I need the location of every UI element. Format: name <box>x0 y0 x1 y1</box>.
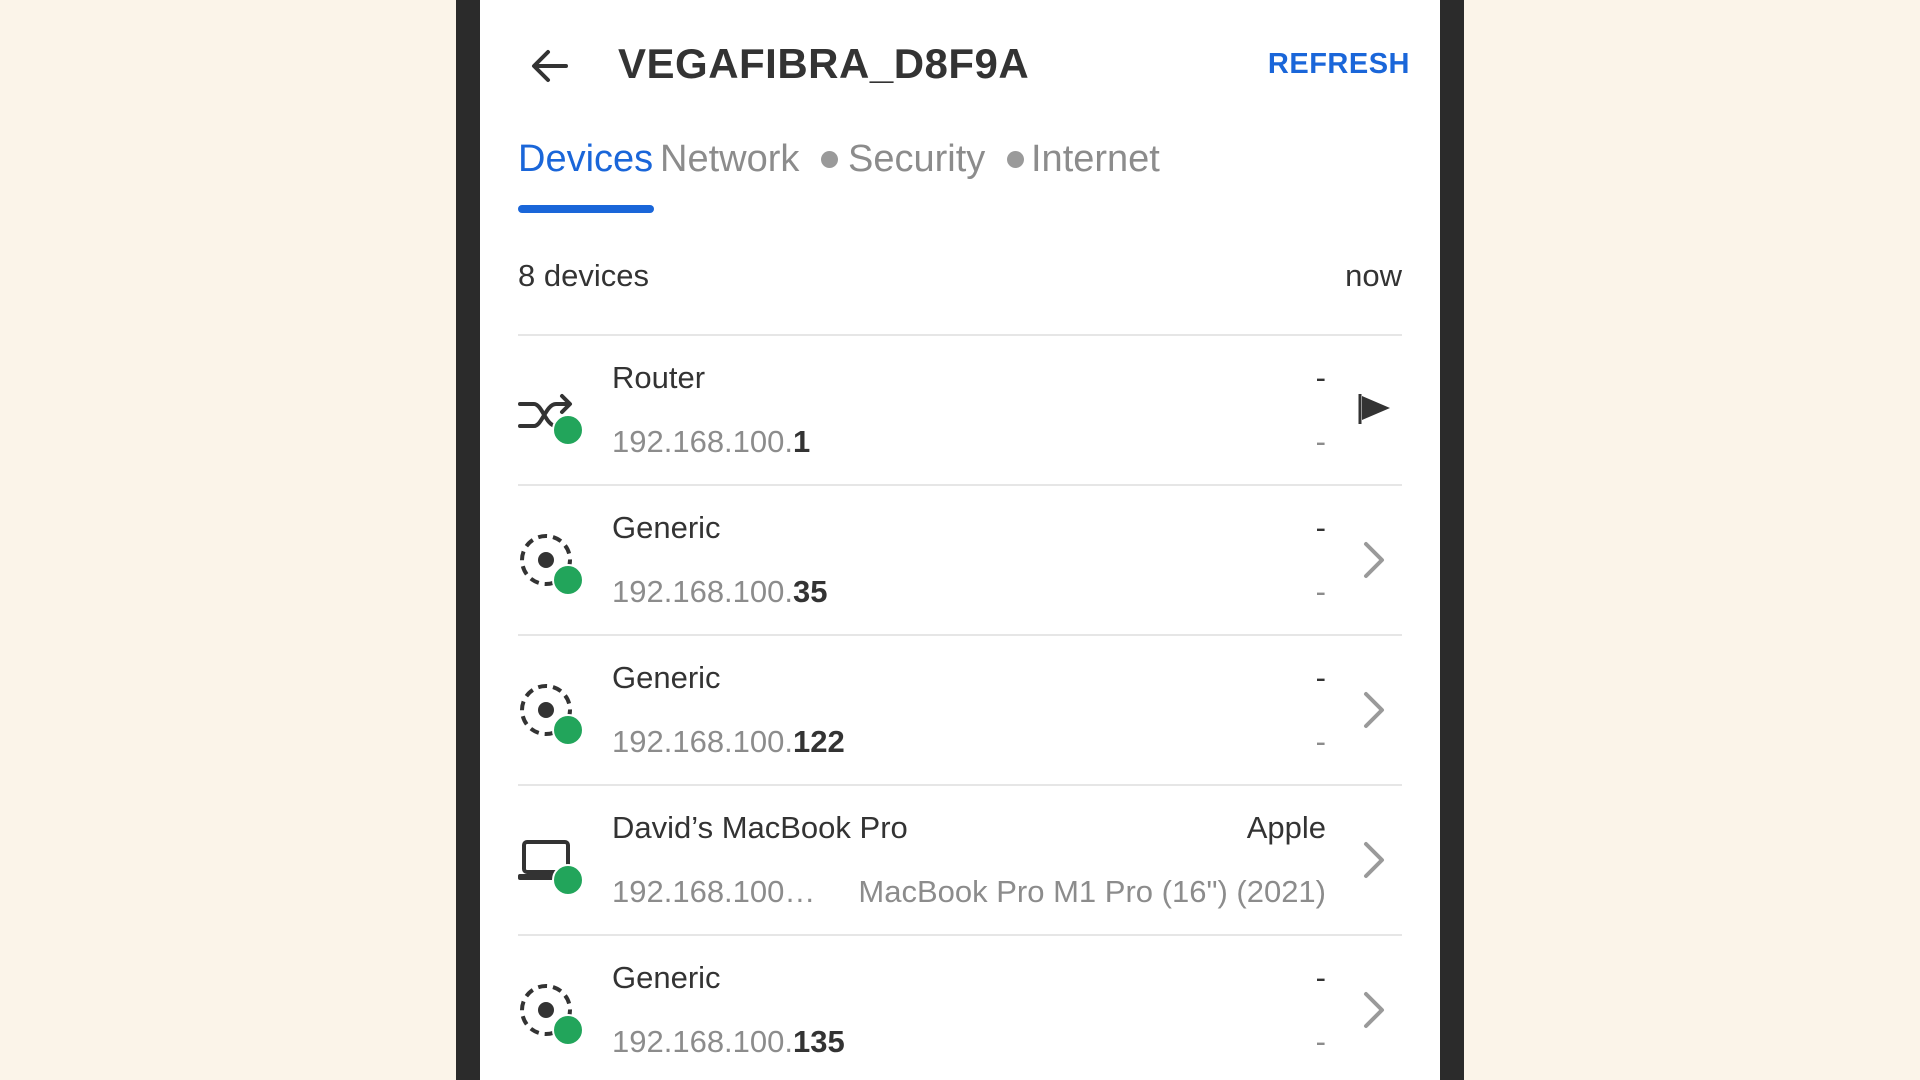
ip-suffix: 1 <box>793 424 811 459</box>
device-name: Generic <box>612 660 721 695</box>
device-row-router[interactable]: Router 192.168.100.1 - - <box>518 336 1402 486</box>
device-ip: 192.168.100.35 <box>612 572 828 612</box>
tab-bar: Devices Network Security Internet <box>518 135 1440 215</box>
device-ip: 192.168.100.135 <box>612 1022 845 1062</box>
device-vendor: Apple <box>1246 810 1326 845</box>
tab-label: Security <box>848 138 986 180</box>
device-row-macbook[interactable]: David’s MacBook Pro 192.168.100… Apple M… <box>518 786 1402 936</box>
flag-icon <box>1358 394 1390 424</box>
ip-suffix: 35 <box>793 574 828 609</box>
refresh-button[interactable]: REFRESH <box>1268 46 1410 82</box>
online-status-dot <box>552 414 584 446</box>
app-screen: VEGAFIBRA_D8F9A REFRESH Devices Network … <box>480 0 1440 1080</box>
device-ip: 192.168.100… <box>612 872 815 912</box>
ip-prefix: 192.168.100. <box>612 1024 794 1059</box>
chevron-right-icon <box>1364 992 1384 1028</box>
flag-button[interactable] <box>1346 380 1402 440</box>
back-button[interactable] <box>520 36 580 96</box>
device-vendor: - <box>1315 510 1326 545</box>
online-status-dot <box>552 1014 584 1046</box>
device-name: Router <box>612 360 706 395</box>
online-status-dot <box>552 864 584 896</box>
ip-prefix: 192.168.100… <box>612 874 816 909</box>
ip-prefix: 192.168.100. <box>612 424 794 459</box>
tab-indicator-dot <box>1007 150 1025 168</box>
chevron-right-icon <box>1364 542 1384 578</box>
device-row-generic[interactable]: Generic 192.168.100.135 - - <box>518 936 1402 1080</box>
device-name: Generic <box>612 960 721 995</box>
last-updated: now <box>1345 258 1402 293</box>
ip-suffix: 122 <box>793 724 845 759</box>
device-vendor: - <box>1315 360 1326 395</box>
device-list: Router 192.168.100.1 - - Generic 192.168… <box>518 336 1402 1080</box>
tab-security[interactable]: Security <box>848 135 1025 183</box>
device-ip: 192.168.100.122 <box>612 722 845 762</box>
open-device-button[interactable] <box>1346 530 1402 590</box>
device-model: - <box>1315 424 1326 459</box>
open-device-button[interactable] <box>1346 680 1402 740</box>
device-model: - <box>1315 724 1326 759</box>
device-ip: 192.168.100.1 <box>612 422 810 462</box>
device-row-generic[interactable]: Generic 192.168.100.35 - - <box>518 486 1402 636</box>
device-model: - <box>1315 1024 1326 1059</box>
device-model: MacBook Pro M1 Pro (16") (2021) <box>858 874 1326 909</box>
ip-suffix: 135 <box>793 1024 845 1059</box>
network-title: VEGAFIBRA_D8F9A <box>618 40 1030 87</box>
active-tab-underline <box>518 205 654 213</box>
tab-label: Devices <box>518 138 654 180</box>
tab-network[interactable]: Network <box>660 135 839 183</box>
ip-prefix: 192.168.100. <box>612 574 794 609</box>
device-count: 8 devices <box>518 258 649 293</box>
ip-prefix: 192.168.100. <box>612 724 794 759</box>
tab-label: Internet <box>1031 138 1160 180</box>
device-vendor: - <box>1315 660 1326 695</box>
tab-label: Network <box>660 138 800 180</box>
device-model: - <box>1315 574 1326 609</box>
chevron-right-icon <box>1364 842 1384 878</box>
arrow-left-icon <box>532 50 568 82</box>
open-device-button[interactable] <box>1346 830 1402 890</box>
open-device-button[interactable] <box>1346 980 1402 1040</box>
tab-internet[interactable]: Internet <box>1031 135 1160 183</box>
online-status-dot <box>552 564 584 596</box>
chevron-right-icon <box>1364 692 1384 728</box>
device-name: David’s MacBook Pro <box>612 810 908 845</box>
device-row-generic[interactable]: Generic 192.168.100.122 - - <box>518 636 1402 786</box>
device-name: Generic <box>612 510 721 545</box>
tab-devices[interactable]: Devices <box>518 135 653 183</box>
online-status-dot <box>552 714 584 746</box>
device-vendor: - <box>1315 960 1326 995</box>
tab-indicator-dot <box>821 150 839 168</box>
